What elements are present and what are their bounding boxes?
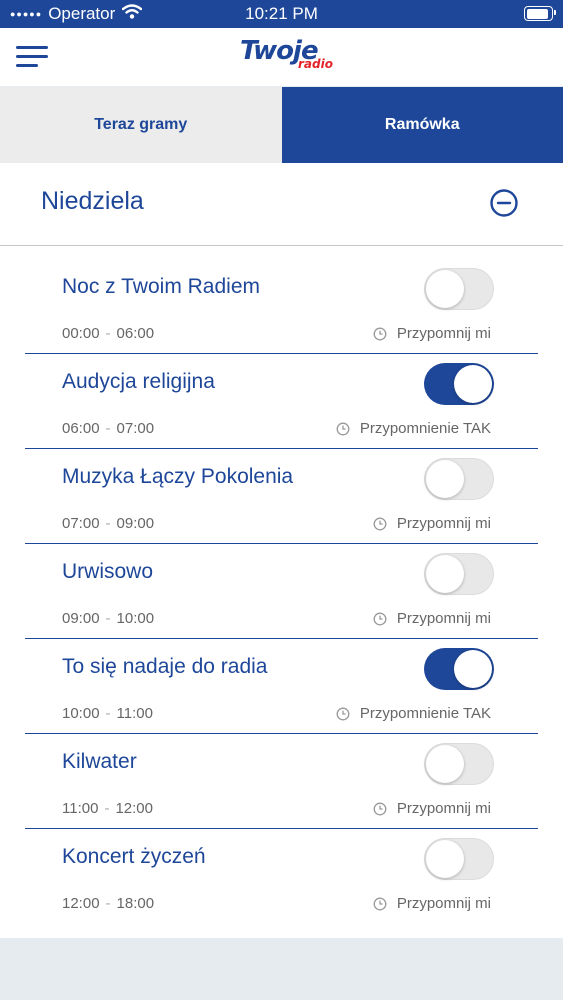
toggle-knob [454, 365, 492, 403]
hamburger-icon-line-short [16, 64, 38, 67]
end-time: 12:00 [115, 800, 153, 817]
program-times: 11:00-12:00 [62, 800, 153, 817]
start-time: 00:00 [62, 325, 100, 342]
program-list: Noc z Twoim Radiem 00:00-06:00 Przypomni… [25, 259, 538, 924]
end-time: 06:00 [116, 325, 155, 342]
program-title: Urwisowo [62, 560, 154, 583]
app-header: Twoje radio [0, 28, 563, 86]
clock-icon [373, 897, 387, 910]
end-time: 09:00 [116, 515, 155, 532]
time-separator: - [104, 800, 110, 817]
program-row: To się nadaje do radia 10:00-11:00 Przyp… [25, 639, 538, 734]
reminder-status: Przypomnij mi [373, 610, 491, 627]
reminder-status: Przypomnienie TAK [336, 420, 491, 437]
tab-ramowka[interactable]: Ramówka [281, 87, 563, 163]
end-time: 10:00 [116, 610, 155, 627]
minus-circle-icon [490, 189, 518, 217]
day-title: Niedziela [41, 187, 144, 215]
time-separator: - [105, 325, 111, 342]
program-row: Koncert życzeń 12:00-18:00 Przypomnij mi [25, 829, 538, 924]
reminder-status: Przypomnij mi [373, 515, 491, 532]
time-separator: - [105, 895, 111, 912]
program-title: Noc z Twoim Radiem [62, 275, 261, 298]
time-separator: - [105, 610, 111, 627]
reminder-label: Przypomnienie TAK [359, 705, 491, 722]
end-time: 11:00 [116, 705, 153, 722]
twoje-radio-logo: Twoje radio [240, 36, 333, 76]
start-time: 07:00 [62, 515, 100, 532]
clock-icon [336, 422, 350, 435]
tab-teraz-gramy[interactable]: Teraz gramy [0, 87, 282, 163]
reminder-toggle[interactable] [424, 838, 494, 880]
program-row: Noc z Twoim Radiem 00:00-06:00 Przypomni… [25, 259, 538, 354]
program-title: Koncert życzeń [62, 845, 206, 868]
status-time: 10:21 PM [245, 4, 318, 23]
program-title: Audycja religijna [62, 370, 215, 393]
program-row: Audycja religijna 06:00-07:00 Przypomnie… [25, 354, 538, 449]
clock-icon [373, 802, 387, 815]
collapse-day-button[interactable] [490, 189, 518, 217]
start-time: 06:00 [62, 420, 100, 437]
battery-icon [524, 6, 556, 21]
tab-bar: Teraz gramy Ramówka [0, 87, 563, 163]
program-times: 07:00-09:00 [62, 515, 154, 532]
program-times: 00:00-06:00 [62, 325, 154, 342]
reminder-toggle[interactable] [424, 268, 494, 310]
schedule-panel: Niedziela Noc z Twoim Radiem 00:00-06:00… [0, 163, 563, 938]
toggle-knob [454, 650, 492, 688]
start-time: 09:00 [62, 610, 100, 627]
reminder-toggle[interactable] [424, 743, 494, 785]
time-separator: - [105, 705, 111, 722]
program-times: 10:00-11:00 [62, 705, 153, 722]
start-time: 10:00 [62, 705, 100, 722]
program-times: 06:00-07:00 [62, 420, 154, 437]
reminder-status: Przypomnienie TAK [336, 705, 491, 722]
program-row: Muzyka Łączy Pokolenia 07:00-09:00 Przyp… [25, 449, 538, 544]
program-row: Urwisowo 09:00-10:00 Przypomnij mi [25, 544, 538, 639]
reminder-status: Przypomnij mi [373, 325, 491, 342]
program-title: Muzyka Łączy Pokolenia [62, 465, 294, 488]
clock-icon [336, 707, 350, 720]
toggle-knob [426, 745, 464, 783]
reminder-label: Przypomnij mi [396, 515, 491, 532]
time-separator: - [105, 420, 111, 437]
clock-icon [373, 517, 387, 530]
toggle-knob [426, 555, 464, 593]
end-time: 18:00 [116, 895, 155, 912]
program-title: Kilwater [62, 750, 137, 773]
start-time: 11:00 [62, 800, 99, 817]
day-section-header[interactable]: Niedziela [0, 163, 563, 246]
reminder-label: Przypomnij mi [396, 800, 491, 817]
hamburger-icon [16, 46, 48, 49]
reminder-toggle[interactable] [424, 648, 494, 690]
logo-sub-text: radio [298, 57, 333, 71]
reminder-label: Przypomnienie TAK [359, 420, 491, 437]
toggle-knob [426, 460, 464, 498]
reminder-toggle[interactable] [424, 363, 494, 405]
program-row: Kilwater 11:00-12:00 Przypomnij mi [25, 734, 538, 829]
reminder-status: Przypomnij mi [373, 895, 491, 912]
reminder-toggle[interactable] [424, 458, 494, 500]
reminder-toggle[interactable] [424, 553, 494, 595]
status-bar: ●●●●● Operator 10:21 PM [0, 0, 563, 28]
hamburger-icon-line [16, 55, 48, 58]
toggle-knob [426, 840, 464, 878]
end-time: 07:00 [116, 420, 155, 437]
reminder-status: Przypomnij mi [373, 800, 491, 817]
time-separator: - [105, 515, 111, 532]
hamburger-menu-button[interactable] [16, 43, 48, 71]
reminder-label: Przypomnij mi [396, 895, 491, 912]
reminder-label: Przypomnij mi [396, 610, 491, 627]
program-times: 09:00-10:00 [62, 610, 154, 627]
program-times: 12:00-18:00 [62, 895, 154, 912]
program-title: To się nadaje do radia [62, 655, 268, 678]
toggle-knob [426, 270, 464, 308]
clock-icon [373, 612, 387, 625]
start-time: 12:00 [62, 895, 100, 912]
reminder-label: Przypomnij mi [396, 325, 491, 342]
clock-icon [373, 327, 387, 340]
